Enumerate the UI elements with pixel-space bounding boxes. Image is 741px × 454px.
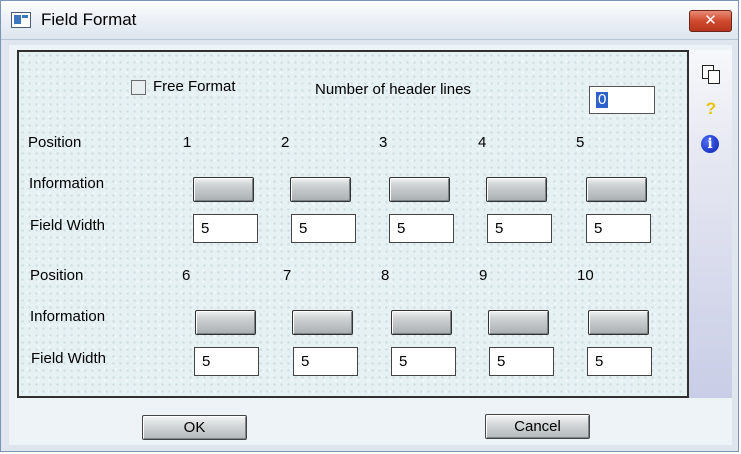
field-width-input-9[interactable]: 5 [489,347,554,376]
position-number: 9 [479,267,488,284]
position-number: 8 [381,267,390,284]
close-button[interactable]: ✕ [689,10,732,32]
position-label: Position [28,134,82,151]
field-width-input-4[interactable]: 5 [487,214,552,243]
information-label: Information [29,175,105,192]
position-number: 5 [576,134,585,151]
field-width-input-3[interactable]: 5 [389,214,454,243]
field-format-dialog: Field Format ✕ Free Format Number of hea… [0,0,739,452]
window-app-icon [11,12,31,28]
field-format-panel: Free Format Number of header lines 0 Pos… [17,50,689,398]
ok-button[interactable]: OK [142,415,247,440]
information-button-8[interactable] [391,310,452,335]
information-label: Information [30,308,106,325]
information-button-3[interactable] [389,177,450,202]
title-bar[interactable]: Field Format ✕ [1,1,738,40]
dialog-client-area: Free Format Number of header lines 0 Pos… [9,45,732,445]
information-button-1[interactable] [193,177,254,202]
window-title: Field Format [41,10,137,29]
position-number: 3 [379,134,388,151]
position-number: 7 [283,267,292,284]
copy-icon[interactable] [701,64,721,84]
information-button-6[interactable] [195,310,256,335]
header-lines-label: Number of header lines [315,81,471,98]
position-number: 2 [281,134,290,151]
field-width-input-8[interactable]: 5 [391,347,456,376]
field-width-input-10[interactable]: 5 [587,347,652,376]
position-number: 10 [577,267,594,284]
information-button-9[interactable] [488,310,549,335]
position-number: 6 [182,267,191,284]
information-button-4[interactable] [486,177,547,202]
position-number: 1 [183,134,192,151]
field-width-input-5[interactable]: 5 [586,214,651,243]
field-width-input-7[interactable]: 5 [293,347,358,376]
field-width-label: Field Width [30,217,106,234]
position-label: Position [30,267,84,284]
help-icon[interactable]: ? [701,99,721,119]
field-width-input-6[interactable]: 5 [194,347,259,376]
position-number: 4 [478,134,487,151]
header-lines-value: 0 [596,91,609,108]
information-button-5[interactable] [586,177,647,202]
information-button-10[interactable] [588,310,649,335]
side-toolbar: ? i [689,50,732,398]
information-button-7[interactable] [292,310,353,335]
free-format-checkbox[interactable] [131,80,146,95]
free-format-label: Free Format [153,78,236,95]
field-width-input-2[interactable]: 5 [291,214,356,243]
cancel-button[interactable]: Cancel [485,414,590,439]
field-width-label: Field Width [31,350,107,367]
information-button-2[interactable] [290,177,351,202]
field-width-input-1[interactable]: 5 [193,214,258,243]
header-lines-input[interactable]: 0 [589,86,655,114]
info-icon[interactable]: i [701,135,719,153]
